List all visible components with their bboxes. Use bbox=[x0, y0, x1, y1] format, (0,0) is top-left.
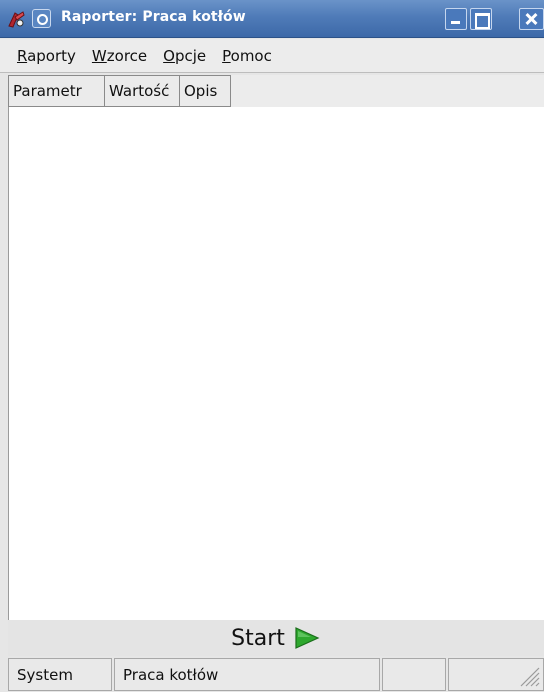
menu-opcje[interactable]: Opcje bbox=[163, 47, 206, 65]
menu-mnemonic: R bbox=[17, 46, 28, 65]
menu-wzorce[interactable]: Wzorce bbox=[92, 47, 147, 65]
menu-bar: Raporty Wzorce Opcje Pomoc bbox=[0, 39, 544, 73]
start-button[interactable]: Start bbox=[231, 626, 321, 651]
start-bar: Start bbox=[8, 620, 544, 656]
column-header-wartosc[interactable]: Wartość bbox=[104, 75, 179, 107]
minimize-button[interactable] bbox=[445, 8, 467, 30]
menu-mnemonic: W bbox=[91, 46, 107, 65]
app-icon[interactable] bbox=[6, 9, 26, 29]
menu-mnemonic: O bbox=[163, 46, 175, 65]
status-cell-empty-2 bbox=[448, 658, 544, 691]
column-header-opis[interactable]: Opis bbox=[179, 75, 231, 107]
status-cell-report: Praca kotłów bbox=[114, 658, 380, 691]
title-bar[interactable]: Raporter: Praca kotłów bbox=[0, 0, 544, 38]
status-cell-system: System bbox=[8, 658, 112, 691]
column-header-parametr[interactable]: Parametr bbox=[8, 75, 104, 107]
resize-grip-icon[interactable] bbox=[515, 662, 541, 688]
window-menu-icon[interactable] bbox=[32, 9, 51, 28]
menu-pomoc[interactable]: Pomoc bbox=[222, 47, 272, 65]
status-bar: System Praca kotłów bbox=[8, 658, 544, 692]
play-icon bbox=[295, 627, 320, 649]
start-label: Start bbox=[231, 625, 285, 651]
maximize-button[interactable] bbox=[470, 8, 492, 30]
menu-raporty[interactable]: Raporty bbox=[17, 47, 76, 65]
close-button[interactable] bbox=[519, 8, 544, 30]
menu-label: omoc bbox=[230, 46, 272, 65]
menu-mnemonic: P bbox=[222, 46, 231, 65]
menu-label: zorce bbox=[106, 46, 148, 65]
table-header: Parametr Wartość Opis bbox=[8, 75, 231, 107]
window-left-margin bbox=[0, 73, 8, 692]
app-window: Raporter: Praca kotłów Raporty Wzorce Op… bbox=[0, 0, 544, 692]
table-body[interactable] bbox=[8, 107, 544, 620]
menu-label: aporty bbox=[27, 46, 76, 65]
window-title: Raporter: Praca kotłów bbox=[61, 9, 246, 25]
menu-label: pcje bbox=[174, 46, 207, 65]
status-cell-empty-1 bbox=[382, 658, 446, 691]
